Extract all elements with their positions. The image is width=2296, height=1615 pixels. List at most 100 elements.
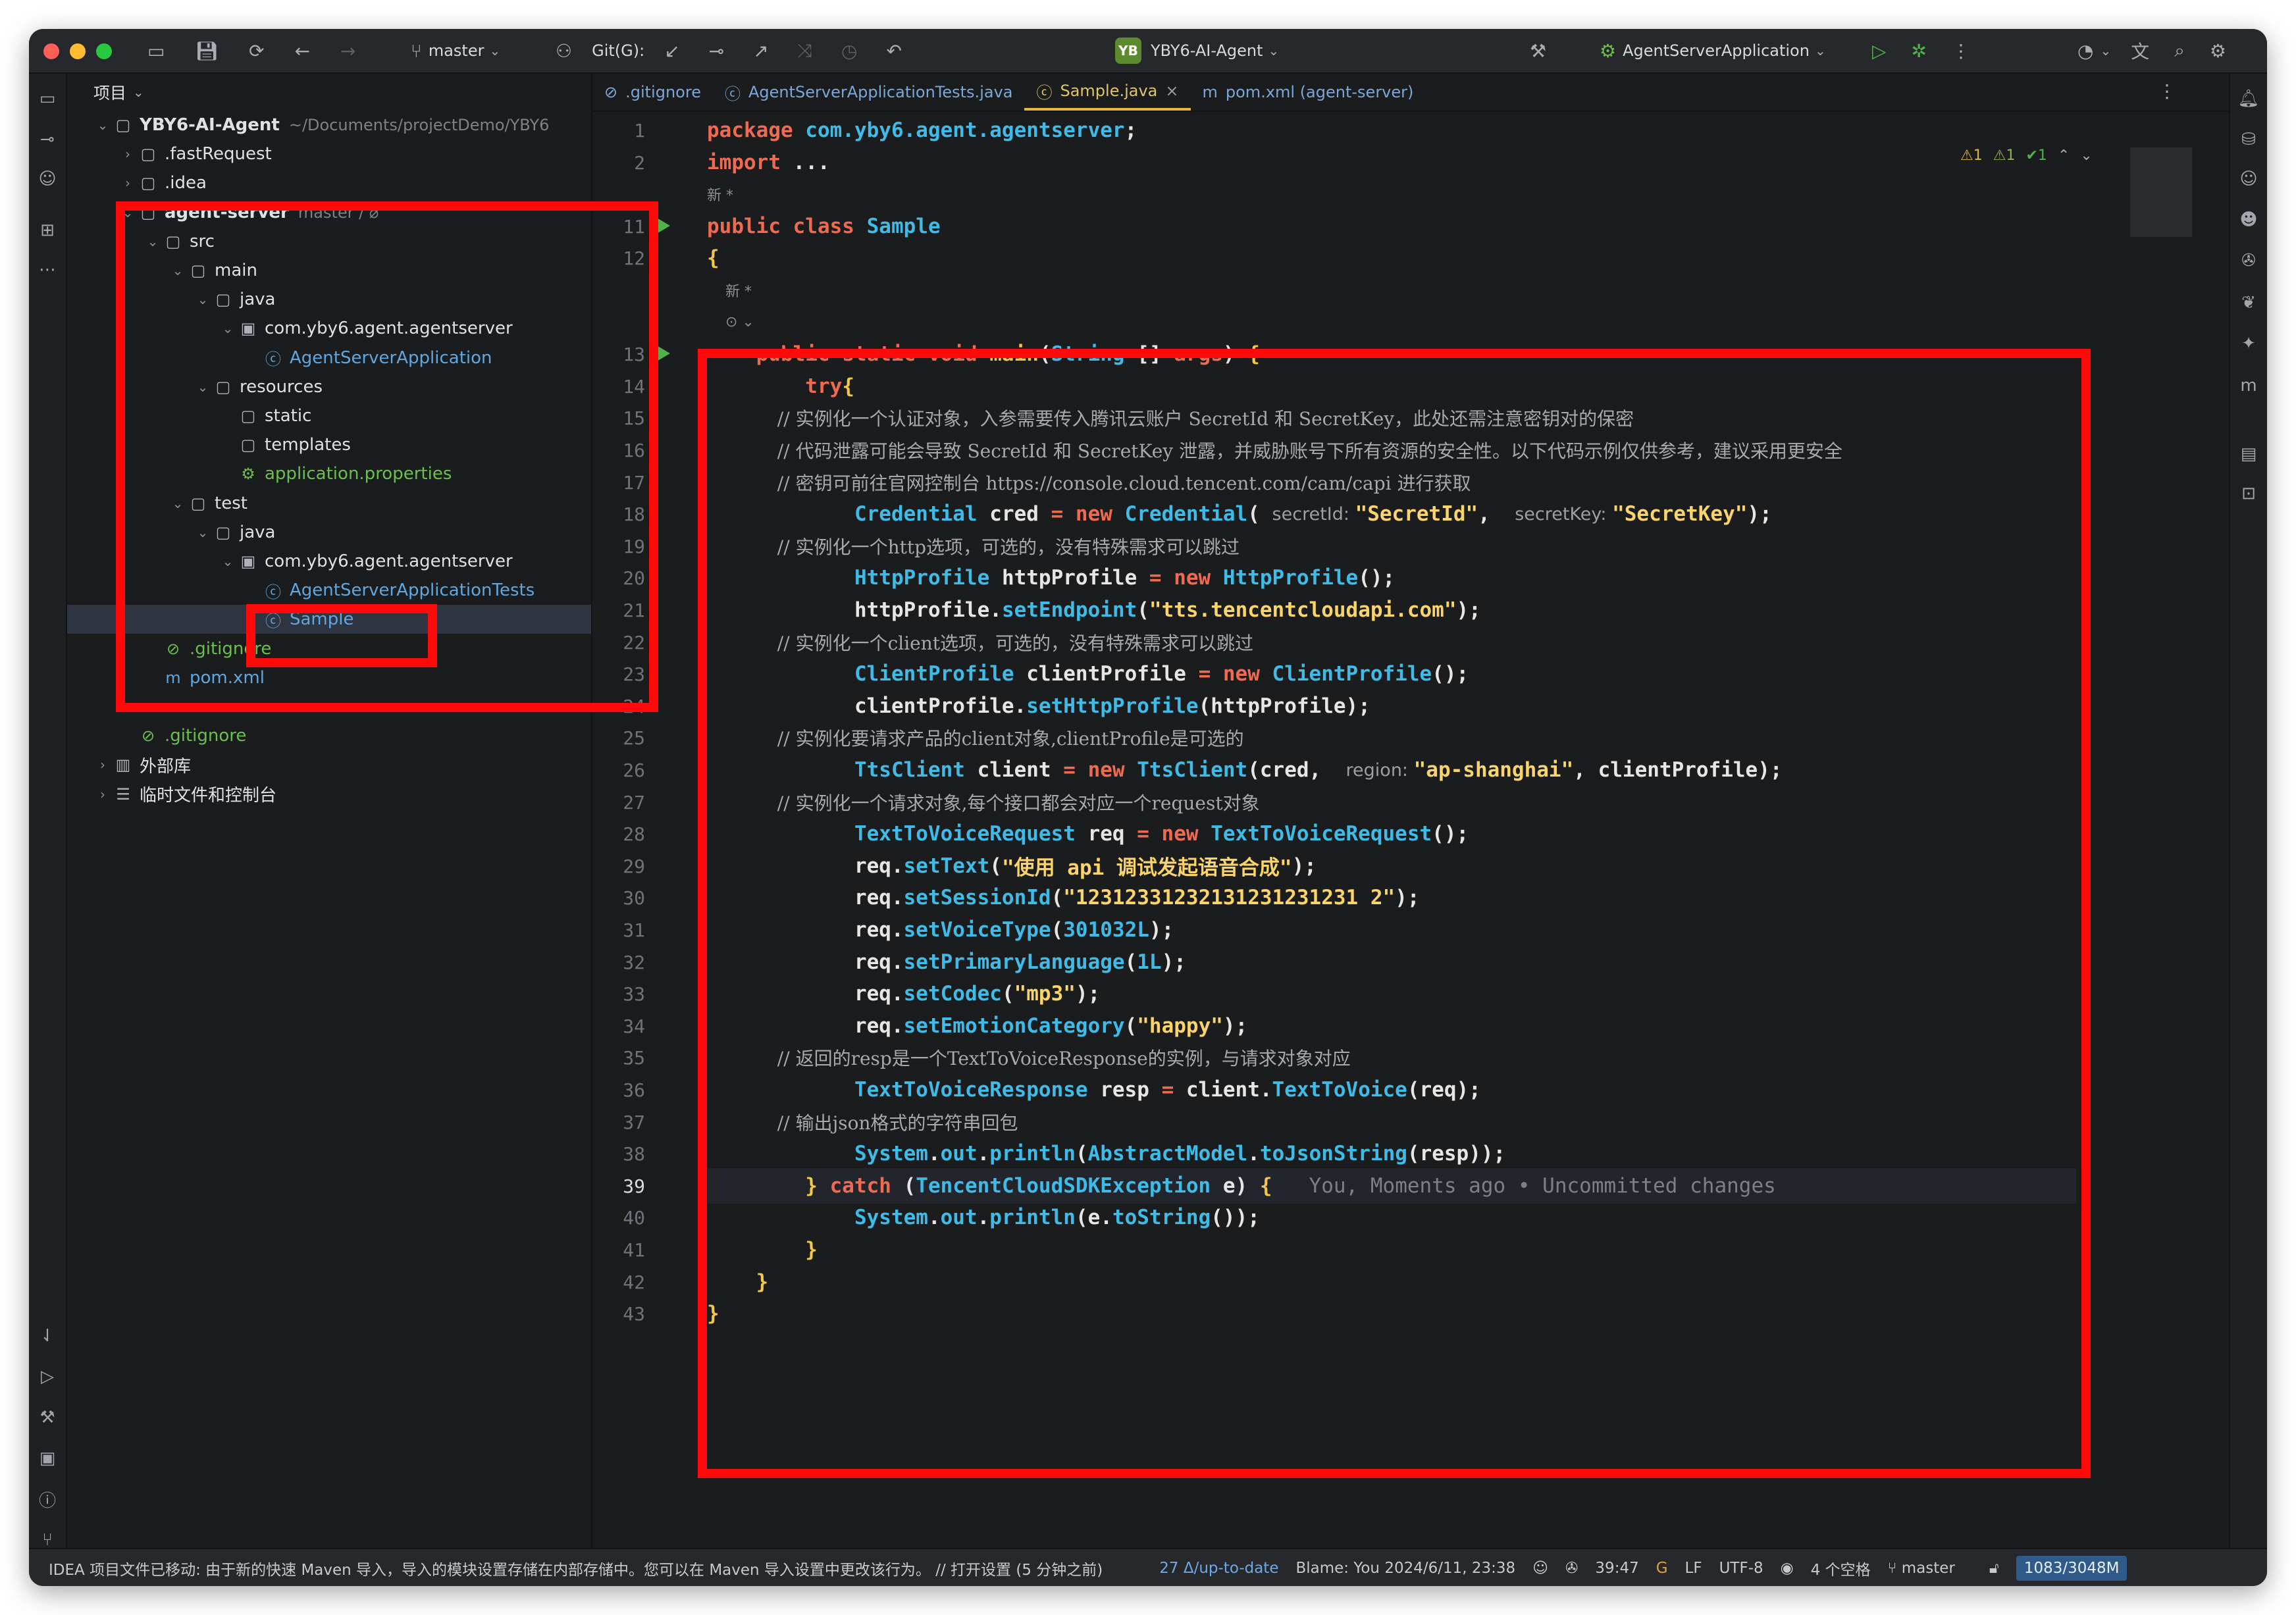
ai-status-icon[interactable]: ☺ (1532, 1560, 1548, 1577)
code-token: import (707, 150, 793, 174)
more-tools-icon[interactable]: ⋯ (36, 258, 59, 282)
minimize-window-button[interactable] (70, 43, 86, 59)
branch-selector[interactable]: ⑂ master ⌄ (411, 29, 500, 72)
problems-icon[interactable]: ⓘ (36, 1487, 59, 1511)
more-actions-icon[interactable]: ⋮ (1952, 40, 1970, 62)
structure-tool-icon[interactable]: ⊞ (36, 218, 59, 242)
line-number: 29 (623, 855, 645, 877)
tree-expand-chevron-icon[interactable]: › (118, 146, 137, 162)
tree-expand-chevron-icon[interactable]: ⌄ (93, 117, 112, 133)
code-line[interactable]: public class Sample (707, 209, 941, 244)
tree-expand-chevron-icon[interactable]: › (118, 175, 137, 191)
highlight-box-code (698, 349, 2091, 1478)
project-panel-header[interactable]: 项目 ⌄ (67, 74, 591, 111)
memory-indicator[interactable]: 1083/3048M (2016, 1556, 2127, 1581)
forward-arrow-icon[interactable]: → (340, 40, 355, 62)
git-update-icon[interactable]: ↙ (664, 40, 679, 62)
translate-icon[interactable]: 文 (2131, 38, 2149, 64)
tree-expand-chevron-icon[interactable]: › (93, 757, 112, 773)
notifications-bell-icon[interactable]: 🔔︎ (2237, 87, 2260, 111)
chevron-down-icon[interactable]: ⌄ (2100, 43, 2111, 59)
git-push-icon[interactable]: ↗ (753, 40, 768, 62)
spring-icon[interactable]: ❦ (2237, 291, 2260, 315)
tree-item[interactable]: ⌄ ▢ YBY6-AI-Agent ~/Documents/projectDemo/Y… (67, 111, 591, 140)
chevron-down-icon: ⌄ (489, 43, 501, 59)
tree-item[interactable]: ⊘ .gitignore (67, 721, 591, 750)
cursor-position[interactable]: 39:47 (1595, 1560, 1638, 1577)
file-encoding[interactable]: UTF-8 (1719, 1560, 1763, 1577)
gradle-icon[interactable]: ✇ (2237, 249, 2260, 272)
terminal-icon[interactable]: ▣ (36, 1447, 59, 1470)
history-icon[interactable]: ◷ (841, 40, 857, 62)
code-line[interactable]: { (707, 240, 719, 276)
editor-tab[interactable]: ⊘ .gitignore (592, 74, 713, 111)
code-line[interactable]: import ... (707, 145, 830, 180)
project-tool-icon[interactable]: ▭ (36, 87, 59, 111)
run-icon[interactable]: ▷ (1872, 40, 1887, 62)
run-config-selector[interactable]: ⚙ AgentServerApplication ⌄ (1600, 29, 1826, 72)
database-icon[interactable]: ⛁ (2237, 128, 2260, 151)
services-icon[interactable]: ⇃ (36, 1324, 59, 1348)
line-number: 27 (623, 791, 645, 813)
tree-item[interactable]: › ▥ 外部库 (67, 750, 591, 779)
indent-setting[interactable]: 4 个空格 (1811, 1557, 1871, 1579)
project-selector[interactable]: YB YBY6-AI-Agent ⌄ (1115, 29, 1279, 72)
build-tool-icon[interactable]: ⚒ (36, 1406, 59, 1429)
minimap[interactable] (2130, 147, 2192, 237)
save-icon[interactable]: 💾︎ (195, 40, 219, 62)
code-line[interactable]: ⊙ ⌄ (707, 305, 754, 340)
run-tool-icon[interactable]: ▷ (36, 1365, 59, 1389)
plugin-status-icon[interactable]: ✇ (1565, 1560, 1578, 1577)
fast-request-icon[interactable]: ✦ (2237, 332, 2260, 355)
zoom-window-button[interactable] (96, 43, 112, 59)
tree-expand-chevron-icon[interactable]: › (93, 786, 112, 802)
update-icon[interactable]: ◔ (2077, 40, 2093, 62)
search-icon[interactable]: ⌕ (2174, 39, 2185, 62)
tab-options-icon[interactable]: ⋮ (2158, 80, 2176, 102)
tree-item[interactable]: › ☰ 临时文件和控制台 (67, 780, 591, 809)
tree-item[interactable]: › ▢ .fastRequest (67, 140, 591, 168)
ai-chat-icon[interactable]: ☺ (2237, 167, 2260, 191)
file-type-icon: ⓒ (724, 84, 741, 103)
editor-tab[interactable]: ⓒ Sample.java × (1024, 74, 1191, 111)
file-type-icon: ▢ (140, 145, 156, 164)
line-separator[interactable]: LF (1685, 1560, 1702, 1577)
title-bar: ▭ 💾︎ ⟳ ← → ⑂ master ⌄ ⚇ Git(G): ↙ ⊸ ↗ ⤨ … (29, 29, 2267, 74)
copilot-icon[interactable]: ☻ (2237, 208, 2260, 232)
editor-tab[interactable]: ⓒ AgentServerApplicationTests.java (713, 74, 1025, 111)
code-line[interactable]: package com.yby6.agent.agentserver; (707, 113, 1137, 148)
debug-icon[interactable]: ✲ (1912, 40, 1927, 62)
lock-icon[interactable]: 🔓︎ (1989, 1560, 1999, 1577)
git-merge-icon[interactable]: ⤨ (798, 39, 812, 62)
code-line[interactable]: 新 * (707, 176, 733, 212)
rollback-icon[interactable]: ↶ (886, 40, 901, 62)
editor-tab[interactable]: m pom.xml (agent-server) (1191, 74, 1426, 111)
status-branch[interactable]: ⑂ master (1888, 1560, 1972, 1577)
folder-icon[interactable]: ▭ (147, 40, 165, 62)
blame-info[interactable]: Blame: You 2024/6/11, 23:38 (1295, 1560, 1515, 1577)
close-window-button[interactable] (43, 43, 59, 59)
sync-icon[interactable]: ⟳ (249, 40, 264, 62)
tree-item-label: 临时文件和控制台 (140, 786, 277, 806)
chevron-down-icon[interactable]: ⌄ (2080, 147, 2092, 164)
google-icon[interactable]: G (1656, 1560, 1668, 1577)
ai-assistant-icon[interactable]: ☺ (36, 167, 59, 191)
maven-icon[interactable]: m (2237, 374, 2260, 397)
user-icon[interactable]: ⚇ (556, 40, 572, 62)
hammer-icon[interactable]: ⚒ (1530, 40, 1546, 62)
close-tab-icon[interactable]: × (1165, 82, 1178, 100)
eye-icon[interactable]: ◉ (1781, 1560, 1794, 1577)
git-commit-icon[interactable]: ⊸ (709, 40, 724, 62)
code-token: Sample (866, 214, 941, 238)
commit-tool-icon[interactable]: ⊸ (36, 128, 59, 151)
structure-icon[interactable]: ⊡ (2237, 482, 2260, 505)
status-message[interactable]: IDEA 项目文件已移动: 由于新的快速 Maven 导入，导入的模块设置存储在… (49, 1557, 1103, 1579)
vcs-status[interactable]: 27 Δ/up-to-date (1159, 1560, 1278, 1577)
code-line[interactable]: 新 * (707, 272, 752, 308)
bookmarks-icon[interactable]: ▤ (2237, 442, 2260, 466)
editor-tab-label: AgentServerApplicationTests.java (748, 83, 1013, 101)
settings-gear-icon[interactable]: ⚙ (2210, 40, 2226, 62)
tree-item[interactable]: › ▢ .idea (67, 168, 591, 197)
file-type-icon: ▢ (140, 174, 156, 193)
back-arrow-icon[interactable]: ← (294, 40, 309, 62)
